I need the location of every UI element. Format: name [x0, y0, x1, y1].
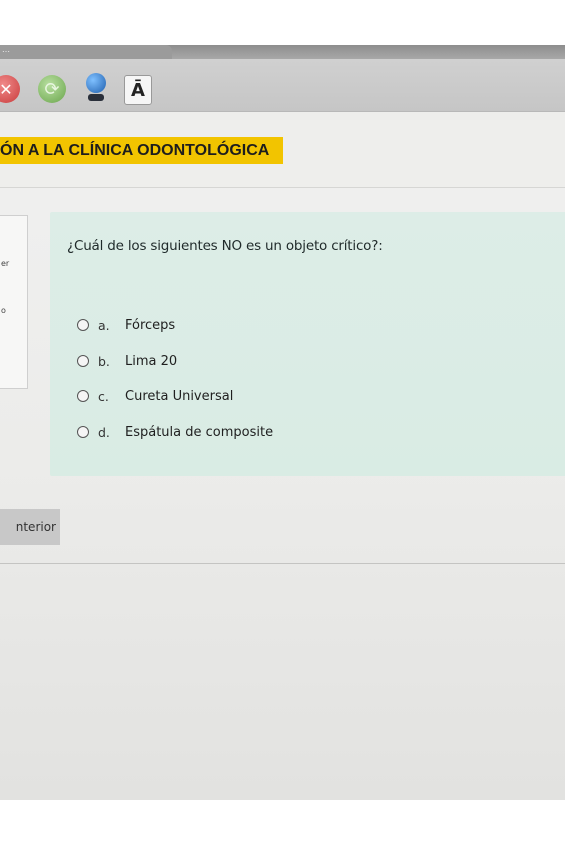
- option-letter: b.: [98, 353, 110, 369]
- reload-icon[interactable]: ⟳: [38, 75, 66, 103]
- answer-option-b[interactable]: b. Lima 20: [77, 351, 177, 371]
- question-text: ¿Cuál de los siguientes NO es un objeto …: [67, 238, 383, 254]
- question-box: ¿Cuál de los siguientes NO es un objeto …: [50, 212, 565, 476]
- radio-button[interactable]: [77, 319, 89, 331]
- radio-button[interactable]: [77, 426, 89, 438]
- info-text-fragment: er: [1, 259, 10, 268]
- option-letter: d.: [98, 424, 110, 440]
- previous-page-button[interactable]: nterior: [0, 509, 60, 545]
- screen-photo: … ✕ ⟳ Ā ÓN A LA CLÍNICA ODONTOLÓGICA er …: [0, 45, 565, 800]
- course-header: ÓN A LA CLÍNICA ODONTOLÓGICA: [0, 112, 565, 188]
- course-title: ÓN A LA CLÍNICA ODONTOLÓGICA: [0, 137, 284, 164]
- quiz-info-panel: er o: [0, 215, 28, 389]
- divider: [0, 563, 565, 564]
- option-letter: a.: [98, 317, 110, 333]
- info-text-fragment: o: [1, 306, 6, 315]
- radio-button[interactable]: [77, 355, 89, 367]
- answer-option-c[interactable]: c. Cureta Universal: [77, 386, 233, 406]
- stop-icon[interactable]: ✕: [0, 75, 20, 103]
- radio-button[interactable]: [77, 390, 89, 402]
- option-text: Cureta Universal: [125, 388, 234, 404]
- option-text: Fórceps: [125, 317, 176, 333]
- browser-tab-strip: …: [0, 45, 565, 59]
- option-letter: c.: [98, 388, 109, 404]
- option-text: Espátula de composite: [125, 424, 274, 440]
- browser-tab[interactable]: …: [0, 45, 172, 59]
- option-text: Lima 20: [125, 353, 178, 369]
- answer-option-d[interactable]: d. Espátula de composite: [77, 422, 273, 442]
- browser-toolbar: ✕ ⟳ Ā: [0, 59, 565, 112]
- globe-icon[interactable]: [84, 73, 108, 103]
- answer-option-a[interactable]: a. Fórceps: [77, 315, 175, 335]
- text-size-icon[interactable]: Ā: [124, 75, 152, 105]
